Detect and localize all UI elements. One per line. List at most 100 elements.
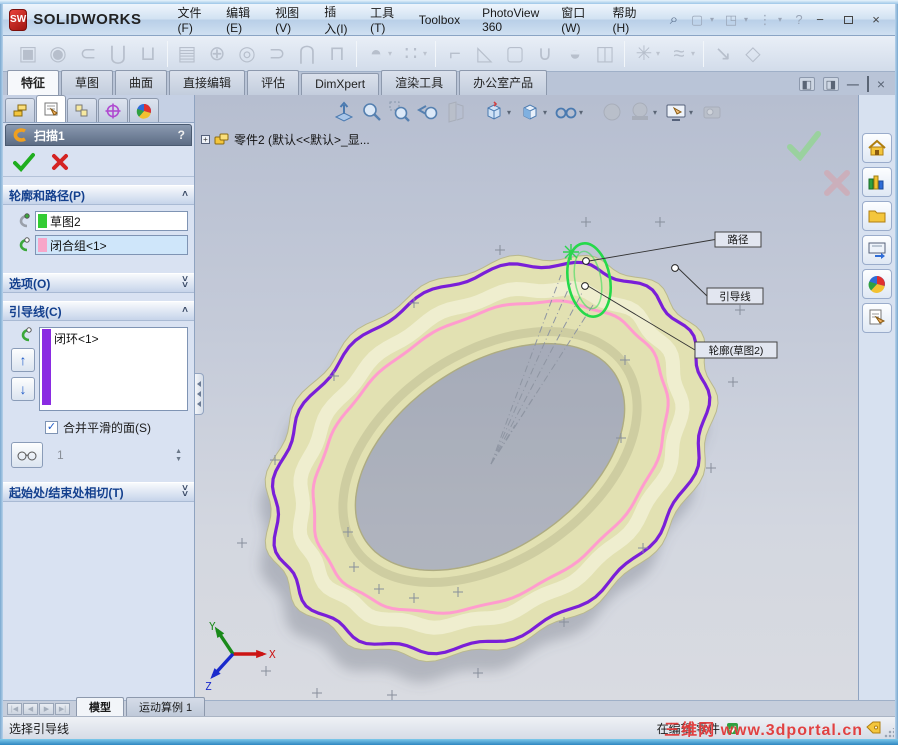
tab-草图[interactable]: 草图 (61, 70, 114, 95)
shell-button[interactable]: ▢ (500, 39, 530, 69)
dropdown-caret-icon[interactable]: ▾ (689, 108, 697, 117)
tab-办公室产品[interactable]: 办公室产品 (459, 70, 548, 95)
menu-插入I[interactable]: 插入(I) (314, 0, 358, 41)
lofted-cut-button[interactable]: ⋂ (292, 39, 322, 69)
selection-box[interactable]: 草图2 (35, 211, 188, 231)
minimize-doc-button[interactable]: — (847, 77, 859, 91)
merge-faces-checkbox[interactable]: ✓ (45, 421, 58, 434)
display-style-button[interactable] (517, 99, 543, 125)
previous-view-button[interactable] (415, 99, 441, 125)
swept-boss-button[interactable]: ⊂ (73, 39, 103, 69)
custom-properties-button[interactable] (862, 303, 892, 333)
normal-to-view-button[interactable] (331, 99, 357, 125)
menu-PhotoView360[interactable]: PhotoView 360 (472, 2, 549, 38)
linear-pattern-button[interactable]: ∷ (396, 39, 426, 69)
draft-button[interactable]: ◺ (470, 39, 500, 69)
open-document-icon[interactable]: ◳ (721, 10, 741, 30)
tab-直接编辑[interactable]: 直接编辑 (169, 70, 246, 95)
tab-曲面[interactable]: 曲面 (115, 70, 168, 95)
curves-button[interactable]: ≈ (664, 39, 694, 69)
search-icon[interactable]: ⌕ (664, 10, 684, 30)
panel-tab-dimxpert-manager[interactable] (98, 98, 128, 122)
panel-tab-display-manager[interactable] (129, 98, 159, 122)
apply-scene-button[interactable] (627, 99, 653, 125)
dropdown-caret-icon[interactable]: ▾ (423, 49, 431, 58)
document-breadcrumb[interactable]: + 零件2 (默认<<默认>_显... (201, 131, 370, 148)
confirm-corner-ok-icon[interactable] (787, 131, 821, 161)
show-sections-button[interactable] (11, 442, 43, 468)
callout-anchor-point[interactable] (581, 282, 589, 290)
next-frame-button[interactable]: ▶ (39, 703, 54, 715)
confirm-corner-cancel-icon[interactable] (823, 169, 851, 197)
dropdown-caret-icon[interactable]: ▾ (656, 49, 664, 58)
help-icon[interactable]: ? (789, 10, 809, 30)
panel-tab-property-manager[interactable] (36, 95, 66, 122)
dropdown-caret-icon[interactable]: ▾ (744, 15, 752, 24)
panel-tab-feature-manager[interactable] (5, 98, 35, 122)
group-header-tangency[interactable]: 起始处/结束处相切(T) ˅ ˅ (3, 482, 194, 502)
view-settings-button[interactable] (663, 99, 689, 125)
group-header-profile-path[interactable]: 轮廓和路径(P) ˄ (3, 185, 194, 205)
measure-button[interactable] (699, 99, 725, 125)
extruded-boss-button[interactable]: ▣ (13, 39, 43, 69)
dropdown-caret-icon[interactable]: ▾ (507, 108, 515, 117)
menu-编辑E[interactable]: 编辑(E) (216, 0, 263, 39)
graphics-viewport[interactable]: 路径 引导线 轮廓(草图2) ▾ ▾ ▾ ▾ ▾ + 零件2 (默认<<默认>_显... X… (195, 95, 858, 700)
wrap-button[interactable]: ∪ (530, 39, 560, 69)
resize-grip[interactable] (884, 728, 894, 738)
close-button[interactable]: × (865, 11, 887, 29)
dimxpert-tools-button[interactable]: ◇ (738, 39, 768, 69)
menu-帮助H[interactable]: 帮助(H) (603, 0, 651, 39)
menu-Toolbox[interactable]: Toolbox (409, 9, 470, 31)
boundary-cut-button[interactable]: ⊓ (322, 39, 352, 69)
dropdown-caret-icon[interactable]: ▾ (543, 108, 551, 117)
prev-frame-button[interactable]: ◀ (23, 703, 38, 715)
first-frame-button[interactable]: |◀ (7, 703, 22, 715)
menu-窗口W[interactable]: 窗口(W) (551, 0, 600, 39)
view-orientation-button[interactable] (481, 99, 507, 125)
rib-button[interactable]: ⌐ (440, 39, 470, 69)
reference-geometry-button[interactable]: ✳ (629, 39, 659, 69)
revolved-cut-button[interactable]: ◎ (232, 39, 262, 69)
menu-工具T[interactable]: 工具(T) (360, 0, 407, 39)
group-header-guide-curves[interactable]: 引导线(C) ˄ (3, 301, 194, 321)
solidworks-resources-button[interactable] (862, 133, 892, 163)
zoom-fit-button[interactable] (359, 99, 385, 125)
dropdown-caret-icon[interactable]: ▾ (710, 15, 718, 24)
tree-expander-icon[interactable]: + (201, 135, 210, 144)
last-frame-button[interactable]: ▶| (55, 703, 70, 715)
panel-splitter-handle[interactable] (195, 373, 204, 415)
tab-模型[interactable]: 模型 (76, 697, 124, 716)
toggle-left-pane-icon[interactable]: ◧ (798, 77, 815, 91)
tab-评估[interactable]: 评估 (247, 70, 300, 95)
close-doc-button[interactable]: × (877, 76, 885, 92)
guide-curve-item[interactable]: 闭环<1> (54, 330, 99, 347)
revolved-boss-button[interactable]: ◉ (43, 39, 73, 69)
hole-wizard-button[interactable]: ⊕ (202, 39, 232, 69)
tab-特征[interactable]: 特征 (7, 70, 60, 96)
move-down-button[interactable]: ↓ (11, 377, 35, 401)
instant3d-button[interactable]: ↘ (708, 39, 738, 69)
dropdown-caret-icon[interactable]: ▾ (388, 49, 396, 58)
design-library-button[interactable] (862, 167, 892, 197)
fillet-button[interactable]: ◓ (361, 39, 391, 69)
tab-运动算例 1[interactable]: 运动算例 1 (126, 697, 206, 716)
hide-show-items-button[interactable] (553, 99, 579, 125)
section-view-button[interactable] (443, 99, 469, 125)
menu-视图V[interactable]: 视图(V) (265, 0, 312, 39)
section-number-value[interactable]: 1 (57, 448, 64, 462)
edit-appearance-button[interactable] (599, 99, 625, 125)
help-button[interactable]: ? (178, 128, 185, 142)
panel-tab-configuration-manager[interactable] (67, 98, 97, 122)
move-up-button[interactable]: ↑ (11, 348, 35, 372)
menu-文件F[interactable]: 文件(F) (168, 0, 215, 39)
tab-渲染工具[interactable]: 渲染工具 (381, 70, 458, 95)
group-header-options[interactable]: 选项(O) ˅ ˅ (3, 273, 194, 293)
boundary-boss-button[interactable]: ⊔ (133, 39, 163, 69)
dome-button[interactable]: ◒ (560, 39, 590, 69)
toggle-right-pane-icon[interactable]: ◨ (822, 77, 839, 91)
options-icon[interactable]: ⋮ (755, 10, 775, 30)
guide-curve-list[interactable]: 闭环<1> (39, 327, 188, 411)
callout-anchor-point[interactable] (582, 257, 590, 265)
selection-box[interactable]: 闭合组<1> (35, 235, 188, 255)
